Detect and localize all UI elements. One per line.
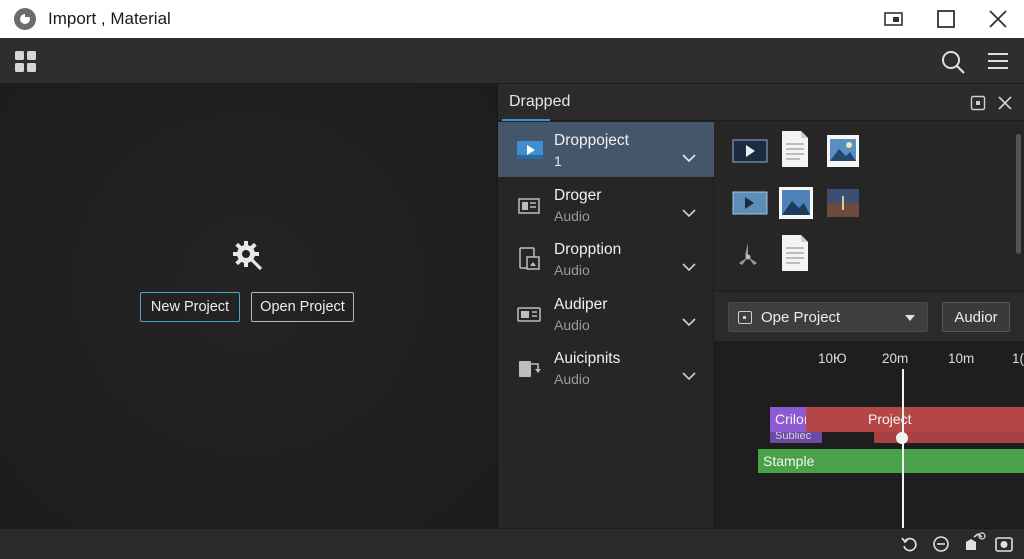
share-icon[interactable] <box>964 532 986 552</box>
purple-clip[interactable]: Criloı <box>770 407 806 432</box>
document-thumb-icon[interactable] <box>780 130 810 168</box>
project-icon <box>738 311 752 324</box>
ruler-label: 20m <box>882 351 909 366</box>
timeline[interactable]: 10Ю 20m 10m 1( Project Criloı Subliec St… <box>714 341 1024 528</box>
video-icon <box>517 141 543 159</box>
ruler-label: 1( <box>1012 351 1024 366</box>
list-item-title: Droppoject <box>554 132 629 149</box>
dropdown-label: Ope Project <box>761 309 841 326</box>
chevron-down-icon[interactable] <box>682 208 696 218</box>
sample-clip[interactable]: Stample <box>758 449 1024 473</box>
close-icon[interactable] <box>986 8 1010 30</box>
video-thumb-icon[interactable] <box>732 189 768 217</box>
app-logo-icon <box>14 8 36 30</box>
list-item-subtitle: Audio <box>554 371 590 387</box>
photo-thumb-icon[interactable] <box>826 188 860 218</box>
dropped-panel: Drapped Droppoject 1 Droger Audio Droppt… <box>497 84 1024 528</box>
audio-device-icon <box>517 307 541 322</box>
grid-scrollbar[interactable] <box>1016 134 1021 254</box>
fan-thumb-icon[interactable] <box>736 239 760 267</box>
list-item-title: Dropption <box>554 241 622 258</box>
list-item-subtitle: 1 <box>554 153 562 169</box>
document-thumb-icon[interactable] <box>780 234 810 272</box>
project-dropdown[interactable]: Ope Project <box>728 302 928 332</box>
list-item-subtitle: Audio <box>554 208 590 224</box>
camera-icon[interactable] <box>995 535 1013 553</box>
list-item-title: Auicipnits <box>554 350 621 367</box>
caret-down-icon <box>905 315 915 321</box>
project-controls: Ope Project Audior <box>714 291 1024 341</box>
panel-title[interactable]: Drapped <box>509 93 570 111</box>
gear-search-icon <box>233 241 263 271</box>
audior-button[interactable]: Audior <box>942 302 1010 332</box>
grid-apps-icon[interactable] <box>14 50 38 74</box>
list-item[interactable]: Droppoject 1 <box>498 122 714 177</box>
chevron-down-icon[interactable] <box>682 153 696 163</box>
panel-expand-icon[interactable] <box>970 95 986 111</box>
menu-icon[interactable] <box>986 51 1010 71</box>
chevron-down-icon[interactable] <box>682 262 696 272</box>
snap-icon[interactable] <box>882 8 906 30</box>
project-clip[interactable]: Project <box>770 407 1024 432</box>
playhead[interactable] <box>902 369 904 528</box>
list-item[interactable]: Droger Audio <box>498 177 714 232</box>
subclip[interactable]: Subliec <box>770 432 822 443</box>
clip-icon <box>518 198 540 214</box>
media-thumbnail-grid <box>714 121 1024 291</box>
list-item-title: Droger <box>554 187 602 204</box>
ruler-label: 10Ю <box>818 351 847 366</box>
zoom-out-icon[interactable] <box>932 535 950 553</box>
undo-icon[interactable] <box>901 535 919 553</box>
ruler-label: 10m <box>948 351 975 366</box>
open-project-button[interactable]: Open Project <box>251 292 354 322</box>
new-project-button[interactable]: New Project <box>140 292 240 322</box>
export-icon <box>519 361 541 377</box>
panel-close-icon[interactable] <box>997 95 1013 111</box>
title-bar: Import , Material <box>0 0 1024 38</box>
video-thumb-icon[interactable] <box>732 137 768 165</box>
media-file-icon <box>519 247 540 270</box>
status-bar <box>0 528 1024 559</box>
chevron-down-icon[interactable] <box>682 317 696 327</box>
image-thumb-icon[interactable] <box>826 134 860 168</box>
search-icon[interactable] <box>940 49 966 75</box>
maximize-icon[interactable] <box>934 8 958 30</box>
playhead-handle[interactable] <box>896 432 908 444</box>
window-title: Import , Material <box>48 9 171 28</box>
panel-header: Drapped <box>498 84 1024 121</box>
toolbar <box>0 38 1024 84</box>
welcome-area: New Project Open Project <box>0 84 497 528</box>
list-item[interactable]: Audiper Audio <box>498 286 714 341</box>
media-list: Droppoject 1 Droger Audio Dropption Audi… <box>498 121 714 528</box>
chevron-down-icon[interactable] <box>682 371 696 381</box>
list-item[interactable]: Dropption Audio <box>498 231 714 286</box>
list-item-subtitle: Audio <box>554 262 590 278</box>
image-thumb-icon[interactable] <box>778 186 814 220</box>
list-item[interactable]: Auicipnits Audio <box>498 340 714 395</box>
list-item-title: Audiper <box>554 296 608 313</box>
list-item-subtitle: Audio <box>554 317 590 333</box>
